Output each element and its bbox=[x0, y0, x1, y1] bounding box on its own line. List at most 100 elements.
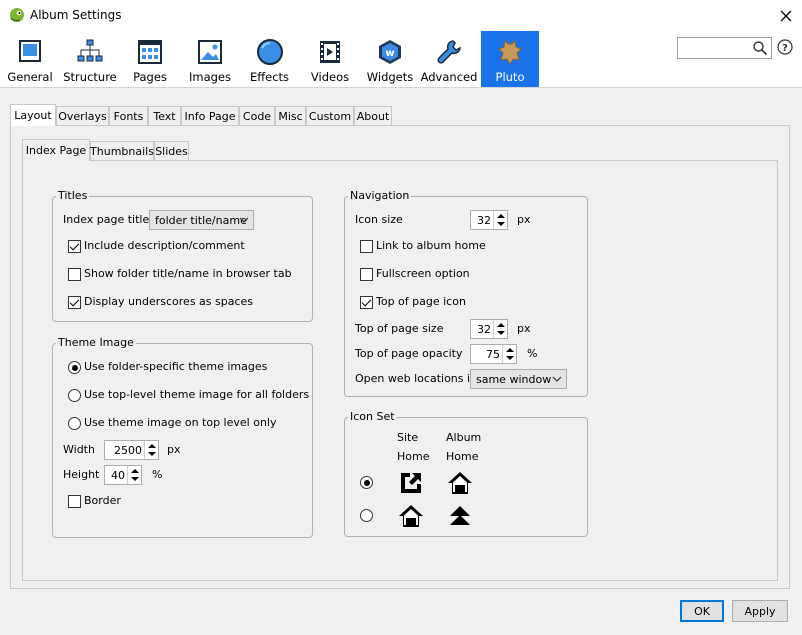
tab-index-page[interactable]: Index Page bbox=[22, 139, 90, 161]
spin-down-icon[interactable] bbox=[148, 452, 156, 456]
width-stepper[interactable]: 2500 bbox=[104, 440, 159, 460]
top-opacity-stepper[interactable]: 75 bbox=[470, 344, 517, 364]
icon-set-col2-line2: Home bbox=[446, 450, 479, 463]
toolbar-general[interactable]: General bbox=[3, 31, 57, 87]
toolbar-pluto[interactable]: Pluto bbox=[481, 31, 539, 87]
tab-misc-label: Misc bbox=[278, 110, 303, 123]
icon-set-col1-line1: Site bbox=[397, 431, 419, 444]
album-home-up-chevrons-icon bbox=[450, 506, 470, 525]
spin-up-icon[interactable] bbox=[148, 444, 156, 448]
search-icon[interactable] bbox=[752, 40, 768, 56]
chevron-down-icon bbox=[552, 376, 562, 382]
top-size-stepper[interactable]: 32 bbox=[470, 319, 508, 339]
height-unit: % bbox=[152, 468, 163, 481]
open-web-label: Open web locations in bbox=[355, 372, 478, 385]
theme-folder-specific-label: Use folder-specific theme images bbox=[84, 360, 268, 373]
theme-image-legend: Theme Image bbox=[56, 336, 136, 349]
height-value: 40 bbox=[111, 469, 125, 482]
width-stepper-buttons[interactable] bbox=[144, 441, 158, 459]
help-icon[interactable]: ? bbox=[777, 39, 793, 55]
spin-up-icon[interactable] bbox=[497, 214, 505, 218]
tab-layout[interactable]: Layout bbox=[10, 104, 56, 126]
top-size-stepper-buttons[interactable] bbox=[493, 320, 507, 338]
top-opacity-stepper-buttons[interactable] bbox=[502, 345, 516, 363]
toolbar-effects[interactable]: Effects bbox=[241, 31, 298, 87]
toolbar-effects-label: Effects bbox=[249, 70, 290, 84]
tab-overlays-label: Overlays bbox=[58, 110, 107, 123]
toolbar-advanced[interactable]: Advanced bbox=[420, 31, 478, 87]
height-label: Height bbox=[63, 468, 100, 481]
open-web-select[interactable]: same window bbox=[470, 369, 567, 389]
svg-text:w: w bbox=[385, 48, 394, 59]
tab-info-page[interactable]: Info Page bbox=[181, 106, 239, 126]
icon-size-label: Icon size bbox=[355, 213, 403, 226]
film-icon bbox=[320, 41, 340, 63]
spin-up-icon[interactable] bbox=[497, 323, 505, 327]
theme-top-level-only-radio[interactable] bbox=[68, 417, 81, 430]
toolbar-structure-label: Structure bbox=[63, 70, 117, 84]
theme-top-level-only-label: Use theme image on top level only bbox=[84, 416, 277, 429]
tab-custom[interactable]: Custom bbox=[306, 106, 354, 126]
tab-thumbnails[interactable]: Thumbnails bbox=[90, 141, 154, 161]
picture-icon bbox=[198, 40, 222, 64]
fullscreen-option-checkbox[interactable] bbox=[360, 268, 373, 281]
toolbar-widgets[interactable]: w Widgets bbox=[361, 31, 419, 87]
spin-down-icon[interactable] bbox=[497, 222, 505, 226]
spin-up-icon[interactable] bbox=[506, 348, 514, 352]
tab-code[interactable]: Code bbox=[239, 106, 275, 126]
border-checkbox[interactable] bbox=[68, 495, 81, 508]
toolbar-general-label: General bbox=[7, 70, 53, 84]
link-album-home-checkbox[interactable] bbox=[360, 240, 373, 253]
spin-down-icon[interactable] bbox=[131, 477, 139, 481]
icon-set-row2-radio[interactable] bbox=[360, 509, 373, 522]
theme-top-level-all-label: Use top-level theme image for all folder… bbox=[84, 388, 310, 401]
tab-overlays[interactable]: Overlays bbox=[56, 106, 109, 126]
height-stepper-buttons[interactable] bbox=[127, 466, 141, 484]
toolbar-pages[interactable]: Pages bbox=[122, 31, 178, 87]
toolbar-images[interactable]: Images bbox=[181, 31, 239, 87]
width-label: Width bbox=[63, 443, 95, 456]
toolbar-images-label: Images bbox=[188, 70, 231, 84]
icon-size-stepper[interactable]: 32 bbox=[470, 210, 508, 230]
spin-down-icon[interactable] bbox=[497, 331, 505, 335]
tab-index-page-label: Index Page bbox=[25, 144, 87, 157]
tab-about[interactable]: About bbox=[354, 106, 392, 126]
apply-button[interactable]: Apply bbox=[732, 600, 788, 622]
spin-up-icon[interactable] bbox=[131, 469, 139, 473]
border-label: Border bbox=[84, 494, 121, 507]
tab-about-label: About bbox=[356, 110, 390, 123]
toolbar-pluto-label: Pluto bbox=[495, 70, 525, 84]
album-home-house-icon bbox=[448, 472, 472, 494]
app-chameleon-icon bbox=[10, 8, 24, 22]
top-of-page-icon-checkbox[interactable] bbox=[360, 296, 373, 309]
monitor-icon bbox=[19, 40, 41, 62]
link-album-home-label: Link to album home bbox=[376, 239, 486, 252]
icon-size-stepper-buttons[interactable] bbox=[493, 211, 507, 229]
theme-folder-specific-radio[interactable] bbox=[68, 361, 81, 374]
open-web-value: same window bbox=[476, 372, 552, 386]
index-page-title-select[interactable]: folder title/name bbox=[149, 210, 254, 230]
icon-set-legend: Icon Set bbox=[348, 410, 397, 423]
height-stepper[interactable]: 40 bbox=[104, 465, 142, 485]
theme-top-level-all-radio[interactable] bbox=[68, 389, 81, 402]
spin-down-icon[interactable] bbox=[506, 356, 514, 360]
tab-fonts[interactable]: Fonts bbox=[109, 106, 148, 126]
hierarchy-icon bbox=[77, 39, 103, 62]
toolbar-structure[interactable]: Structure bbox=[60, 31, 120, 87]
toolbar-videos[interactable]: Videos bbox=[301, 31, 359, 87]
close-button[interactable] bbox=[770, 0, 802, 31]
tab-slides[interactable]: Slides bbox=[154, 141, 189, 161]
include-description-label: Include description/comment bbox=[84, 239, 245, 252]
display-underscores-checkbox[interactable] bbox=[68, 296, 81, 309]
tab-misc[interactable]: Misc bbox=[275, 106, 306, 126]
top-size-value: 32 bbox=[477, 323, 491, 336]
toolbar-advanced-label: Advanced bbox=[420, 70, 478, 84]
tab-text[interactable]: Text bbox=[148, 106, 181, 126]
ok-button[interactable]: OK bbox=[680, 600, 724, 622]
include-description-checkbox[interactable] bbox=[68, 240, 81, 253]
titles-legend: Titles bbox=[56, 189, 90, 202]
show-folder-title-label: Show folder title/name in browser tab bbox=[84, 267, 292, 280]
icon-set-row1-radio[interactable] bbox=[360, 476, 373, 489]
show-folder-title-checkbox[interactable] bbox=[68, 268, 81, 281]
top-size-label: Top of page size bbox=[355, 322, 444, 335]
